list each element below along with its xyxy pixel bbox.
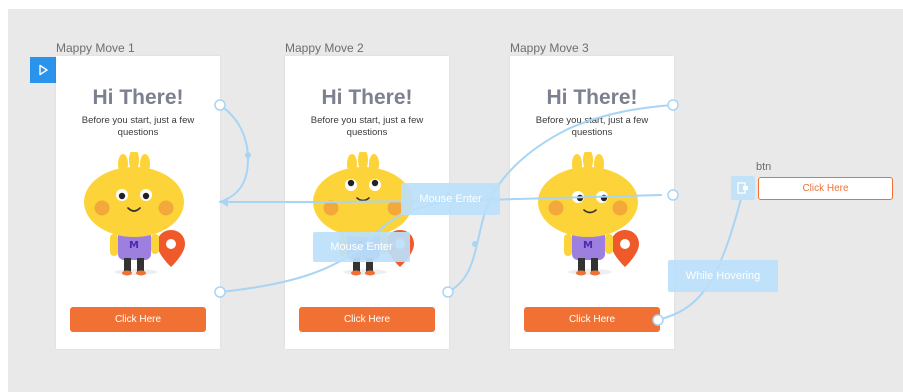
connection-handle [667, 99, 679, 111]
trigger-while-hovering[interactable]: While Hovering [668, 260, 778, 292]
btn-layer-preview[interactable]: Click Here [758, 177, 893, 200]
connection-handle [442, 286, 454, 298]
wire-joint [472, 241, 478, 247]
connection-handle [214, 286, 226, 298]
layer-label-btn[interactable]: btn [756, 161, 771, 173]
connector-wire [657, 190, 744, 321]
component-icon[interactable] [731, 176, 755, 200]
connector-wire [219, 104, 250, 203]
connection-handle [667, 189, 679, 201]
prototype-canvas[interactable]: Mappy Move 1 Mappy Move 2 Mappy Move 3 H… [8, 9, 903, 392]
wire-joint [245, 152, 251, 158]
connection-handle [652, 314, 664, 326]
trigger-mouse-enter-2[interactable]: Mouse Enter [401, 183, 500, 215]
wire-arrowhead [220, 197, 228, 207]
connection-handle [214, 99, 226, 111]
trigger-mouse-enter-1[interactable]: Mouse Enter [313, 232, 410, 262]
